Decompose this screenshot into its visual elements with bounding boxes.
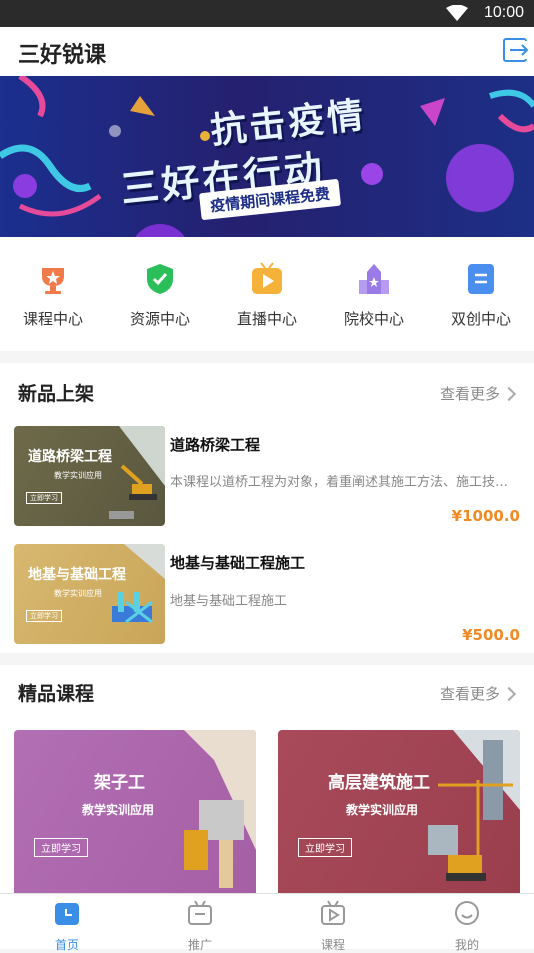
school-icon xyxy=(359,264,389,294)
tab-promote[interactable]: 推广 xyxy=(160,900,240,953)
bottom-tab-bar: 首页 推广 课程 我的 xyxy=(0,893,534,952)
section-title: 新品上架 xyxy=(18,383,95,405)
category-label: 直播中心 xyxy=(236,310,297,328)
thumb-button: 立即学习 xyxy=(26,492,62,504)
course-thumbnail: 地基与基础工程 教学实训应用 立即学习 xyxy=(14,544,165,644)
promote-icon xyxy=(188,900,212,925)
course-desc: 本课程以道桥工程为对象，着重阐述其施工方法、施工技术、… xyxy=(170,475,520,490)
tab-label: 首页 xyxy=(54,938,79,952)
view-more-label: 查看更多 xyxy=(439,685,500,703)
premium-card[interactable]: 架子工 教学实训应用 立即学习 xyxy=(14,730,256,900)
home-icon xyxy=(55,903,79,925)
view-more-link[interactable]: 查看更多 xyxy=(439,683,517,704)
status-time: 10:00 xyxy=(483,4,524,21)
smile-icon xyxy=(455,901,479,925)
logout-icon[interactable] xyxy=(501,36,529,64)
category-label: 院校中心 xyxy=(343,310,404,328)
trophy-icon xyxy=(42,268,64,294)
chevron-right-icon xyxy=(501,386,517,402)
card-subtitle: 教学实训应用 xyxy=(82,803,155,817)
play-icon xyxy=(321,900,345,925)
thumb-subtitle: 教学实训应用 xyxy=(54,471,102,480)
list-item[interactable]: 道路桥梁工程 教学实训应用 立即学习 道路桥梁工程 本课程以道桥工程为对象，着重… xyxy=(0,425,534,537)
thumb-title: 道路桥梁工程 xyxy=(28,449,112,465)
shield-check-icon xyxy=(147,264,173,294)
tab-label: 我的 xyxy=(454,938,479,952)
category-label: 资源中心 xyxy=(129,310,190,328)
category-label: 双创中心 xyxy=(450,310,511,328)
category-course-center[interactable]: 课程中心 xyxy=(13,262,93,329)
category-live-center[interactable]: 直播中心 xyxy=(227,262,307,329)
course-price: ¥1000.0 xyxy=(451,507,520,525)
status-bar: 10:00 xyxy=(0,0,534,27)
premium-card[interactable]: 高层建筑施工 教学实训应用 立即学习 xyxy=(278,730,520,900)
course-name: 道路桥梁工程 xyxy=(170,436,261,454)
tab-profile[interactable]: 我的 xyxy=(427,900,507,953)
course-name: 地基与基础工程施工 xyxy=(170,554,306,572)
thumb-subtitle: 教学实训应用 xyxy=(54,589,102,598)
chevron-right-icon xyxy=(501,686,517,702)
view-more-label: 查看更多 xyxy=(439,385,500,403)
section-title: 精品课程 xyxy=(18,683,95,705)
tab-label: 课程 xyxy=(320,938,345,952)
view-more-link[interactable]: 查看更多 xyxy=(439,383,517,404)
card-title: 高层建筑施工 xyxy=(328,773,430,793)
card-button: 立即学习 xyxy=(34,838,88,857)
category-school-center[interactable]: 院校中心 xyxy=(334,262,414,329)
category-resource-center[interactable]: 资源中心 xyxy=(120,262,200,329)
category-innovation-center[interactable]: 双创中心 xyxy=(441,262,521,329)
promo-banner[interactable]: 抗击疫情 三好在行动 疫情期间课程免费 xyxy=(0,76,534,237)
tv-play-icon xyxy=(252,262,282,294)
course-thumbnail: 道路桥梁工程 教学实训应用 立即学习 xyxy=(14,426,165,526)
course-price: ¥500.0 xyxy=(462,626,520,644)
course-desc: 地基与基础工程施工 xyxy=(170,594,288,609)
thumb-button: 立即学习 xyxy=(26,610,62,622)
card-button: 立即学习 xyxy=(298,838,352,857)
card-title: 架子工 xyxy=(94,773,145,793)
list-item[interactable]: 地基与基础工程 教学实训应用 立即学习 地基与基础工程施工 地基与基础工程施工 … xyxy=(0,544,534,656)
tab-courses[interactable]: 课程 xyxy=(293,900,373,953)
document-icon xyxy=(468,264,494,294)
tab-label: 推广 xyxy=(187,938,212,952)
thumb-title: 地基与基础工程 xyxy=(28,567,126,583)
app-bar: 三好锐课 xyxy=(0,27,534,76)
new-products-section: 新品上架 查看更多 道路桥梁工程 教学实训应用 立即学习 道路桥梁工程 本课程以… xyxy=(0,363,534,653)
card-subtitle: 教学实训应用 xyxy=(346,803,419,817)
wifi-icon xyxy=(446,5,468,21)
app-title: 三好锐课 xyxy=(18,43,107,68)
category-grid: 课程中心 资源中心 直播中心 院校中心 双创中心 xyxy=(0,237,534,351)
category-label: 课程中心 xyxy=(22,310,83,328)
tab-home[interactable]: 首页 xyxy=(27,900,107,953)
